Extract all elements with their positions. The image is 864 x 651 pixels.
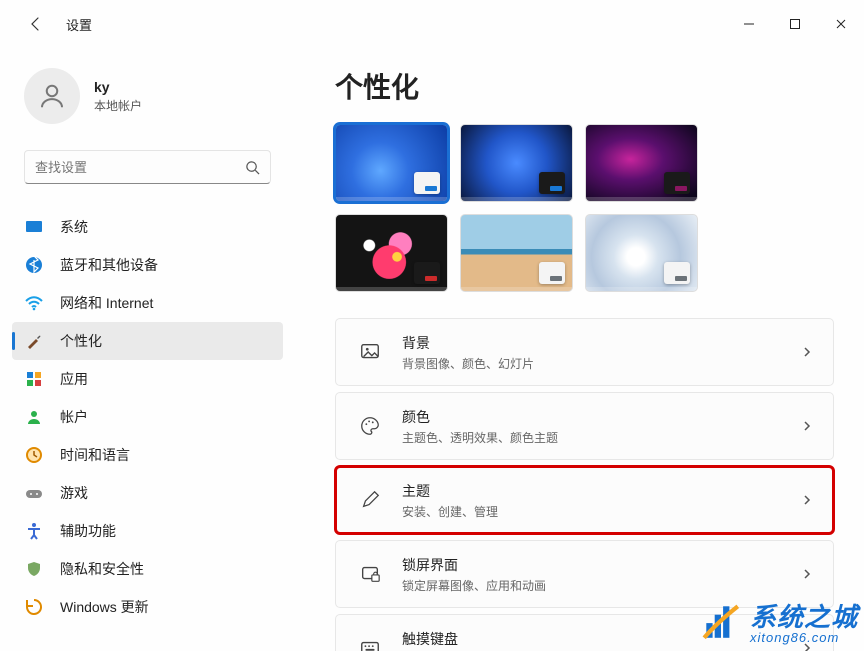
setting-sub: 背景图像、颜色、幻灯片 [402, 355, 801, 372]
sidebar-item-label: 时间和语言 [60, 445, 130, 465]
account-icon [24, 407, 44, 427]
main-content: 个性化 背景背景图像、颜色、幻灯片颜色主题色、透明效果、颜色主题主题安装、创建、… [295, 48, 864, 651]
chevron-right-icon [801, 420, 813, 432]
sidebar-item-wifi[interactable]: 网络和 Internet [12, 284, 283, 322]
setting-sub: 锁定屏幕图像、应用和动画 [402, 577, 801, 594]
avatar [24, 68, 80, 124]
watermark: 系统之城 xitong86.com [700, 597, 858, 645]
system-icon [24, 217, 44, 237]
sidebar-item-label: 网络和 Internet [60, 293, 153, 313]
watermark-sub: xitong86.com [750, 630, 839, 645]
sidebar-item-label: 帐户 [60, 407, 88, 427]
theme-preview-window [664, 262, 690, 284]
sidebar-item-gaming[interactable]: 游戏 [12, 474, 283, 512]
theme-thumbnail[interactable] [460, 124, 573, 202]
theme-thumbnail[interactable] [335, 214, 448, 292]
privacy-icon [24, 559, 44, 579]
setting-title: 主题 [402, 481, 801, 501]
maximize-button[interactable] [772, 8, 818, 40]
setting-row-palette[interactable]: 颜色主题色、透明效果、颜色主题 [335, 392, 834, 460]
search-box[interactable] [24, 150, 271, 184]
watermark-main: 系统之城 [750, 597, 858, 634]
sidebar-item-accessibility[interactable]: 辅助功能 [12, 512, 283, 550]
sidebar-item-label: Windows 更新 [60, 597, 149, 617]
search-icon [245, 160, 260, 175]
sidebar-item-label: 应用 [60, 369, 88, 389]
sidebar-item-brush[interactable]: 个性化 [12, 322, 283, 360]
minimize-button[interactable] [726, 8, 772, 40]
picture-icon [356, 341, 384, 363]
profile-block[interactable]: ky 本地帐户 [12, 48, 283, 146]
sidebar-item-system[interactable]: 系统 [12, 208, 283, 246]
sidebar-item-label: 个性化 [60, 331, 102, 351]
sidebar-item-apps[interactable]: 应用 [12, 360, 283, 398]
page-title: 个性化 [335, 66, 834, 106]
sidebar-item-label: 游戏 [60, 483, 88, 503]
pen-icon [356, 489, 384, 511]
theme-preview-window [539, 262, 565, 284]
wifi-icon [24, 293, 44, 313]
accessibility-icon [24, 521, 44, 541]
theme-preview-window [414, 262, 440, 284]
sidebar-item-bluetooth[interactable]: 蓝牙和其他设备 [12, 246, 283, 284]
bluetooth-icon [24, 255, 44, 275]
theme-preview-window [539, 172, 565, 194]
brush-icon [24, 331, 44, 351]
window-title: 设置 [66, 15, 92, 34]
sidebar-item-label: 辅助功能 [60, 521, 116, 541]
profile-sub: 本地帐户 [94, 97, 142, 114]
sidebar: ky 本地帐户 系统蓝牙和其他设备网络和 Internet 个性化应用帐户时间和语… [0, 48, 295, 651]
chevron-right-icon [801, 494, 813, 506]
theme-preview-window [664, 172, 690, 194]
sidebar-item-label: 系统 [60, 217, 88, 237]
time-icon [24, 445, 44, 465]
theme-thumbnail[interactable] [585, 214, 698, 292]
palette-icon [356, 415, 384, 437]
theme-thumbnail[interactable] [460, 214, 573, 292]
search-input[interactable] [35, 160, 245, 175]
sidebar-item-account[interactable]: 帐户 [12, 398, 283, 436]
setting-title: 锁屏界面 [402, 555, 801, 575]
sidebar-item-label: 蓝牙和其他设备 [60, 255, 158, 275]
setting-row-picture[interactable]: 背景背景图像、颜色、幻灯片 [335, 318, 834, 386]
sidebar-item-label: 隐私和安全性 [60, 559, 144, 579]
keyboard-icon [356, 637, 384, 651]
setting-row-pen[interactable]: 主题安装、创建、管理 [335, 466, 834, 534]
sidebar-item-privacy[interactable]: 隐私和安全性 [12, 550, 283, 588]
theme-thumbnail[interactable] [335, 124, 448, 202]
theme-thumbnail[interactable] [585, 124, 698, 202]
watermark-logo-icon [700, 600, 742, 642]
setting-title: 背景 [402, 333, 801, 353]
setting-sub: 安装、创建、管理 [402, 503, 801, 520]
profile-name: ky [94, 79, 142, 95]
lock-icon [356, 563, 384, 585]
chevron-right-icon [801, 346, 813, 358]
update-icon [24, 597, 44, 617]
setting-sub: 主题色、透明效果、颜色主题 [402, 429, 801, 446]
setting-title: 颜色 [402, 407, 801, 427]
theme-preview-window [414, 172, 440, 194]
sidebar-item-update[interactable]: Windows 更新 [12, 588, 283, 626]
gaming-icon [24, 483, 44, 503]
theme-grid [335, 124, 834, 292]
chevron-right-icon [801, 568, 813, 580]
back-button[interactable] [24, 12, 48, 36]
sidebar-item-time[interactable]: 时间和语言 [12, 436, 283, 474]
apps-icon [24, 369, 44, 389]
close-button[interactable] [818, 8, 864, 40]
